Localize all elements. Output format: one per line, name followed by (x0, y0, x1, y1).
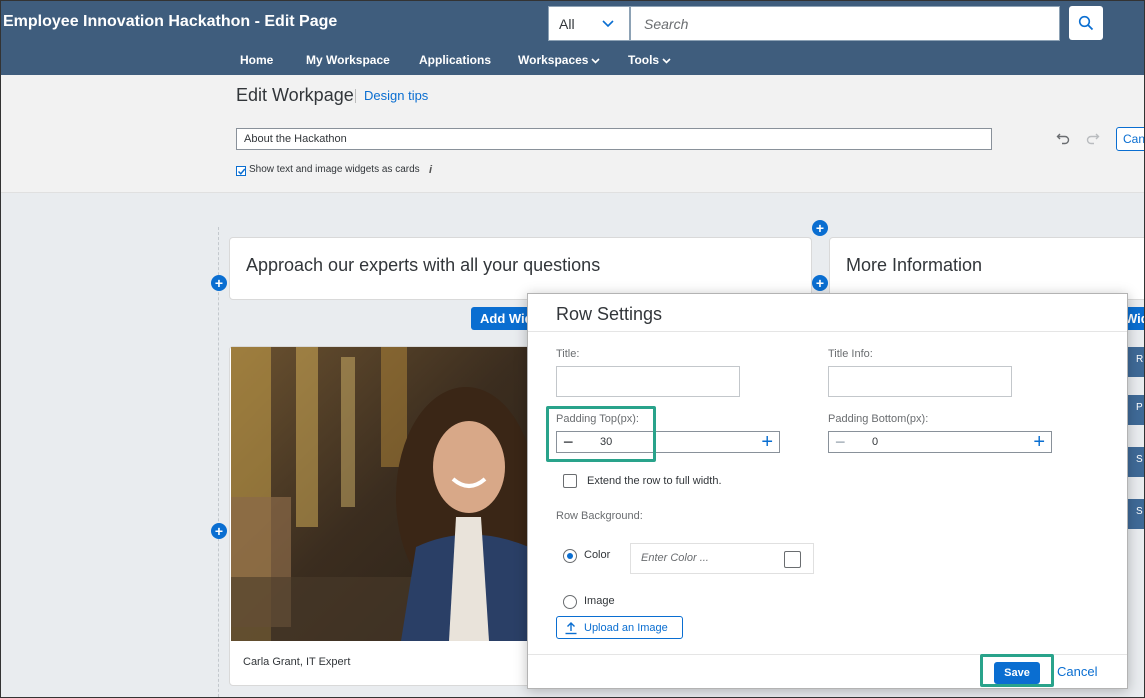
padding-bottom-value: 0 (872, 436, 879, 448)
nav-workspaces-label: Workspaces (518, 53, 589, 67)
padding-bottom-stepper[interactable]: − 0 + (828, 431, 1052, 453)
nav-my-workspace[interactable]: My Workspace (306, 53, 390, 67)
cancel-edit-button[interactable]: Can (1116, 127, 1145, 151)
card-title: Approach our experts with all your quest… (246, 255, 601, 275)
nav-tools[interactable]: Tools (628, 53, 671, 67)
search-button[interactable] (1069, 6, 1103, 40)
nav-tools-label: Tools (628, 53, 660, 67)
chevron-down-icon (602, 20, 614, 28)
divider (355, 89, 356, 103)
search-scope-value: All (559, 15, 575, 32)
color-radio[interactable] (563, 549, 577, 563)
color-radio-label: Color (584, 549, 611, 561)
nav-workspaces[interactable]: Workspaces (518, 53, 601, 67)
side-action-button[interactable]: S (1128, 499, 1145, 529)
nav-home-label: Home (240, 53, 274, 67)
add-section-icon[interactable]: + (211, 275, 227, 291)
upload-image-label: Upload an Image (584, 621, 668, 634)
padding-bottom-label: Padding Bottom(px): (828, 413, 929, 425)
plus-icon[interactable]: + (761, 431, 773, 453)
undo-icon[interactable] (1056, 131, 1070, 145)
row-settings-dialog: Row Settings Title: Title Info: Padding … (527, 293, 1128, 689)
redo-icon[interactable] (1086, 131, 1100, 145)
nav-applications-label: Applications (419, 53, 492, 67)
image-radio[interactable] (563, 595, 577, 609)
shell-bar: Employee Innovation Hackathon - Edit Pag… (0, 0, 1145, 75)
upload-icon (565, 621, 577, 634)
color-input-placeholder: Enter Color ... (641, 552, 709, 564)
image-radio-label: Image (584, 595, 615, 607)
checkmark-icon (237, 168, 246, 175)
edit-header: Edit Workpage Design tips About the Hack… (0, 75, 1145, 193)
highlight-box (980, 654, 1054, 687)
nav-applications[interactable]: Applications (419, 53, 491, 67)
search-scope-select[interactable]: All (548, 6, 630, 41)
app-title: Employee Innovation Hackathon - Edit Pag… (3, 13, 338, 30)
add-section-icon[interactable]: + (812, 220, 828, 236)
cards-checkbox-label: Show text and image widgets as cards (249, 164, 420, 175)
search-icon (1078, 15, 1094, 31)
side-action-button[interactable]: S (1128, 447, 1145, 477)
title-info-label: Title Info: (828, 348, 873, 360)
photo-illustration (231, 347, 529, 641)
top-nav: Home My Workspace Applications Workspace… (0, 50, 1145, 72)
chevron-down-icon (662, 57, 671, 64)
side-action-button[interactable]: P (1128, 395, 1145, 425)
page-title-input[interactable]: About the Hackathon (236, 128, 992, 150)
plus-icon[interactable]: + (1033, 431, 1045, 453)
cards-checkbox[interactable] (236, 166, 246, 176)
card-title: More Information (846, 255, 983, 275)
info-icon[interactable]: i (429, 164, 432, 176)
photo-caption: Carla Grant, IT Expert (243, 656, 351, 668)
title-info-input[interactable] (828, 366, 1012, 397)
row-card-questions[interactable]: Approach our experts with all your quest… (229, 237, 812, 300)
add-section-icon[interactable]: + (812, 275, 828, 291)
dialog-header: Row Settings (528, 294, 1127, 332)
add-section-icon[interactable]: + (211, 523, 227, 539)
nav-home[interactable]: Home (240, 53, 273, 67)
nav-my-workspace-label: My Workspace (306, 53, 390, 67)
minus-icon[interactable]: − (835, 432, 846, 452)
cancel-button[interactable]: Cancel (1057, 664, 1097, 679)
extend-row-checkbox[interactable] (563, 474, 577, 488)
dialog-title: Row Settings (556, 304, 663, 324)
search-input[interactable]: Search (630, 6, 1060, 41)
color-input[interactable]: Enter Color ... (630, 543, 814, 574)
side-action-button[interactable]: R (1128, 347, 1145, 377)
highlight-box (546, 406, 656, 462)
row-card-more-info[interactable]: More Information (829, 237, 1145, 300)
title-label: Title: (556, 348, 580, 360)
upload-image-button[interactable]: Upload an Image (556, 616, 683, 639)
row-background-label: Row Background: (556, 510, 643, 522)
title-input[interactable] (556, 366, 740, 397)
chevron-down-icon (591, 57, 601, 64)
expert-photo (231, 347, 529, 641)
color-swatch[interactable] (784, 551, 801, 568)
extend-row-label: Extend the row to full width. (587, 475, 722, 487)
page-title: Edit Workpage (236, 85, 354, 105)
design-tips-link[interactable]: Design tips (364, 88, 428, 103)
